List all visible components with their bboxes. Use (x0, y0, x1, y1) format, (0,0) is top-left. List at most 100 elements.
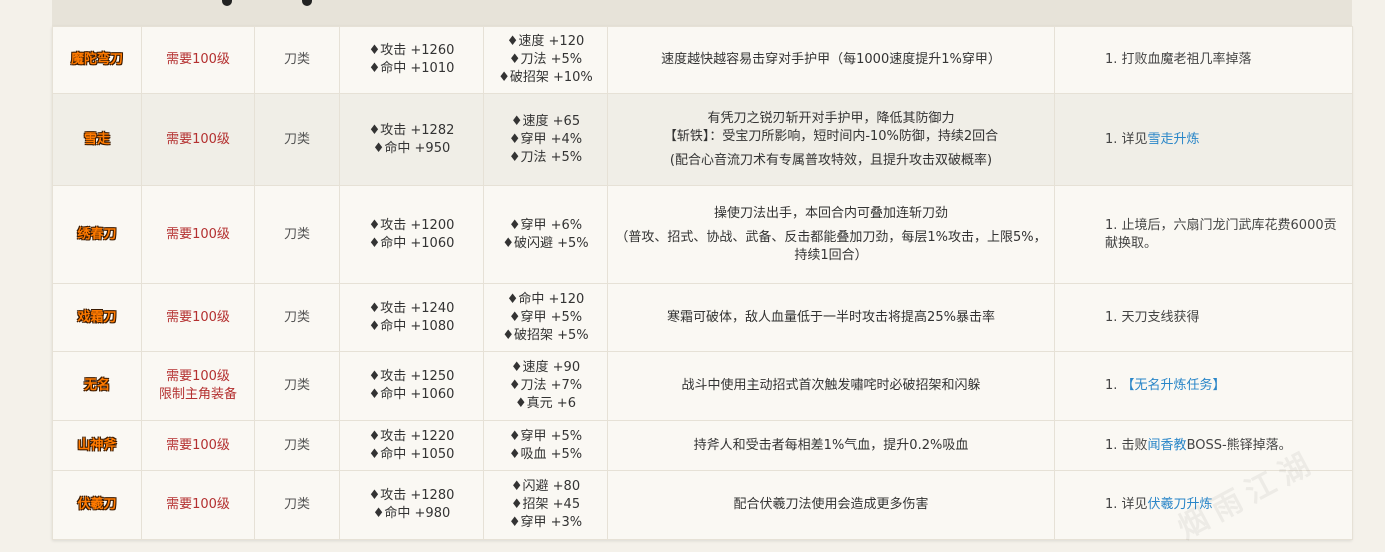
requirement-text: 限制主角装备 (158, 387, 237, 402)
source-link[interactable]: 雪走升炼 (1148, 132, 1200, 147)
requirement-cell: 需要100级 限制主角装备 (141, 351, 255, 421)
requirement-text: 需要100级 (166, 309, 230, 325)
extra-attribute: ♦穿甲 +5% (508, 309, 583, 325)
effect-text: 有凭刀之锐刃斩开对手护甲，降低其防御力 (707, 110, 955, 126)
effect-text: 速度越快越容易击穿对手护甲（每1000速度提升1%穿甲） (661, 52, 1001, 67)
table-row: 雪走 需要100级 刀类 ♦攻击 +1282 ♦命中 +950 ♦速度 +65 ♦穿甲 +4… (52, 93, 1353, 186)
table-row: 魔陀弯刀 需要100级 刀类 ♦攻击 +1260 ♦命中 +1010 ♦速度 +120 ♦刀… (52, 26, 1353, 94)
main-attribute: ♦命中 +980 (372, 506, 451, 521)
main-attribute: ♦命中 +1060 (368, 235, 455, 251)
main-attribute: ♦攻击 +1240 (368, 300, 455, 316)
extra-attribute: ♦闪避 +80 (510, 479, 581, 494)
effect-text: 【斩铁】：受宝刀所影响，短时间内-10%防御，持续2回合 (663, 128, 999, 144)
requirement-cell: 需要100级 (141, 283, 255, 352)
extra-attributes-cell: ♦速度 +120 ♦刀法 +5% ♦破招架 +10% (483, 26, 608, 94)
requirement-cell: 需要100级 (141, 26, 255, 94)
source-link[interactable]: 【无名升炼任务】 (1122, 378, 1226, 393)
extra-attributes-cell: ♦速度 +90 ♦刀法 +7% ♦真元 +6 (483, 351, 608, 421)
table-row: 山神斧 需要100级 刀类 ♦攻击 +1220 ♦命中 +1050 ♦穿甲 +5% ♦吸血 … (52, 420, 1353, 471)
weapon-name: 无名 (52, 351, 142, 421)
extra-attribute: ♦穿甲 +5% (508, 428, 583, 444)
requirement-cell: 需要100级 (141, 470, 255, 540)
extra-attribute: ♦穿甲 +4% (508, 131, 583, 147)
source-text: 1. (1105, 378, 1122, 393)
header-band (52, 0, 1352, 26)
requirement-cell: 需要100级 (141, 420, 255, 471)
main-attributes-cell: ♦攻击 +1260 ♦命中 +1010 (339, 26, 484, 94)
extra-attributes-cell: ♦闪避 +80 ♦招架 +45 ♦穿甲 +3% (483, 470, 608, 540)
weapon-type: 刀类 (254, 351, 340, 421)
weapon-type: 刀类 (254, 470, 340, 540)
weapon-name: 伏羲刀 (52, 470, 142, 540)
extra-attributes-cell: ♦速度 +65 ♦穿甲 +4% ♦刀法 +5% (483, 93, 608, 186)
requirement-cell: 需要100级 (141, 93, 255, 186)
effect-text: 配合伏羲刀法使用会造成更多伤害 (733, 497, 929, 512)
requirement-text: 需要100级 (166, 497, 230, 512)
extra-attribute: ♦破闪避 +5% (502, 235, 589, 251)
effect-text: 战斗中使用主动招式首次触发嘯咤时必破招架和闪躲 (681, 378, 981, 393)
source-text: 1. 详见 (1105, 131, 1148, 147)
effect-cell: 配合伏羲刀法使用会造成更多伤害 (607, 470, 1055, 540)
table-row: 伏羲刀 需要100级 刀类 ♦攻击 +1280 ♦命中 +980 ♦闪避 +80 ♦招架 +… (52, 470, 1353, 540)
main-attribute: ♦攻击 +1250 (368, 369, 455, 384)
main-attributes-cell: ♦攻击 +1282 ♦命中 +950 (339, 93, 484, 186)
main-attributes-cell: ♦攻击 +1220 ♦命中 +1050 (339, 420, 484, 471)
effect-cell: 持斧人和受击者每相差1%气血，提升0.2%吸血 (607, 420, 1055, 471)
main-attributes-cell: ♦攻击 +1240 ♦命中 +1080 (339, 283, 484, 352)
source-link[interactable]: 闻香教 (1148, 438, 1187, 453)
main-attribute: ♦攻击 +1220 (368, 428, 455, 444)
extra-attribute: ♦速度 +65 (510, 113, 581, 129)
effect-cell: 寒霜可破体，敌人血量低于一半时攻击将提高25%暴击率 (607, 283, 1055, 352)
weapon-type: 刀类 (254, 185, 340, 284)
extra-attribute: ♦吸血 +5% (508, 446, 583, 462)
extra-attribute: ♦刀法 +7% (508, 378, 583, 393)
extra-attributes-cell: ♦穿甲 +6% ♦破闪避 +5% (483, 185, 608, 284)
main-attribute: ♦攻击 +1280 (368, 488, 455, 503)
extra-attribute: ♦穿甲 +6% (508, 217, 583, 233)
effect-cell: 操使刀法出手，本回合内可叠加连斩刀劲 （普攻、招式、协战、武备、反击都能叠加刀劲，… (607, 185, 1055, 284)
table-row: 戏霜刀 需要100级 刀类 ♦攻击 +1240 ♦命中 +1080 ♦命中 +120 ♦穿甲… (52, 283, 1353, 352)
requirement-cell: 需要100级 (141, 185, 255, 284)
requirement-text: 需要100级 (166, 369, 230, 384)
weapon-name: 雪走 (52, 93, 142, 186)
requirement-text: 需要100级 (166, 52, 230, 67)
source-cell: 1. 【无名升炼任务】 (1054, 351, 1353, 421)
main-attribute: ♦攻击 +1282 (368, 122, 455, 138)
weapon-table: 魔陀弯刀 需要100级 刀类 ♦攻击 +1260 ♦命中 +1010 ♦速度 +120 ♦刀… (52, 26, 1353, 540)
weapon-type: 刀类 (254, 283, 340, 352)
source-cell: 1. 止境后，六扇门龙门武库花费6000贡献换取。 (1054, 185, 1353, 284)
weapon-type: 刀类 (254, 26, 340, 94)
source-text: 1. 详见 (1105, 497, 1148, 512)
main-attribute: ♦命中 +1050 (368, 446, 455, 462)
extra-attribute: ♦速度 +90 (510, 360, 581, 375)
effect-text: 寒霜可破体，敌人血量低于一半时攻击将提高25%暴击率 (667, 309, 995, 325)
source-text: 1. 止境后，六扇门龙门武库花费6000贡献换取。 (1105, 217, 1337, 251)
weapon-name: 戏霜刀 (52, 283, 142, 352)
source-text: 1. 打败血魔老祖几率掉落 (1105, 52, 1252, 67)
effect-text: (配合心音流刀术有专属普攻特效，且提升攻击双破概率) (669, 152, 993, 168)
weapon-name: 山神斧 (52, 420, 142, 471)
table-row: 无名 需要100级 限制主角装备 刀类 ♦攻击 +1250 ♦命中 +1060 ♦速度 +9… (52, 351, 1353, 421)
main-attributes-cell: ♦攻击 +1200 ♦命中 +1060 (339, 185, 484, 284)
extra-attribute: ♦真元 +6 (515, 396, 576, 411)
source-text: 1. 击败 (1105, 437, 1148, 453)
requirement-text: 需要100级 (166, 131, 230, 147)
table-row: 绣春刀 需要100级 刀类 ♦攻击 +1200 ♦命中 +1060 ♦穿甲 +6% ♦破闪避… (52, 185, 1353, 284)
requirement-text: 需要100级 (166, 437, 230, 453)
effect-text: （普攻、招式、协战、武备、反击都能叠加刀劲，每层1%攻击，上限5%，持续1回合） (615, 229, 1047, 263)
header-ornament (222, 0, 232, 6)
main-attribute: ♦攻击 +1200 (368, 217, 455, 233)
source-cell: 1. 打败血魔老祖几率掉落 (1054, 26, 1353, 94)
extra-attributes-cell: ♦穿甲 +5% ♦吸血 +5% (483, 420, 608, 471)
extra-attribute: ♦刀法 +5% (508, 52, 583, 67)
weapon-name: 绣春刀 (52, 185, 142, 284)
main-attribute: ♦命中 +1080 (368, 318, 455, 334)
extra-attribute: ♦招架 +45 (510, 497, 581, 512)
weapon-type: 刀类 (254, 93, 340, 186)
extra-attribute: ♦破招架 +10% (498, 70, 593, 85)
effect-cell: 有凭刀之锐刃斩开对手护甲，降低其防御力【斩铁】：受宝刀所影响，短时间内-10%防… (607, 93, 1055, 186)
extra-attribute: ♦命中 +120 (506, 291, 585, 307)
extra-attribute: ♦穿甲 +3% (508, 515, 583, 530)
effect-cell: 战斗中使用主动招式首次触发嘯咤时必破招架和闪躲 (607, 351, 1055, 421)
source-cell: 1. 详见雪走升炼 (1054, 93, 1353, 186)
